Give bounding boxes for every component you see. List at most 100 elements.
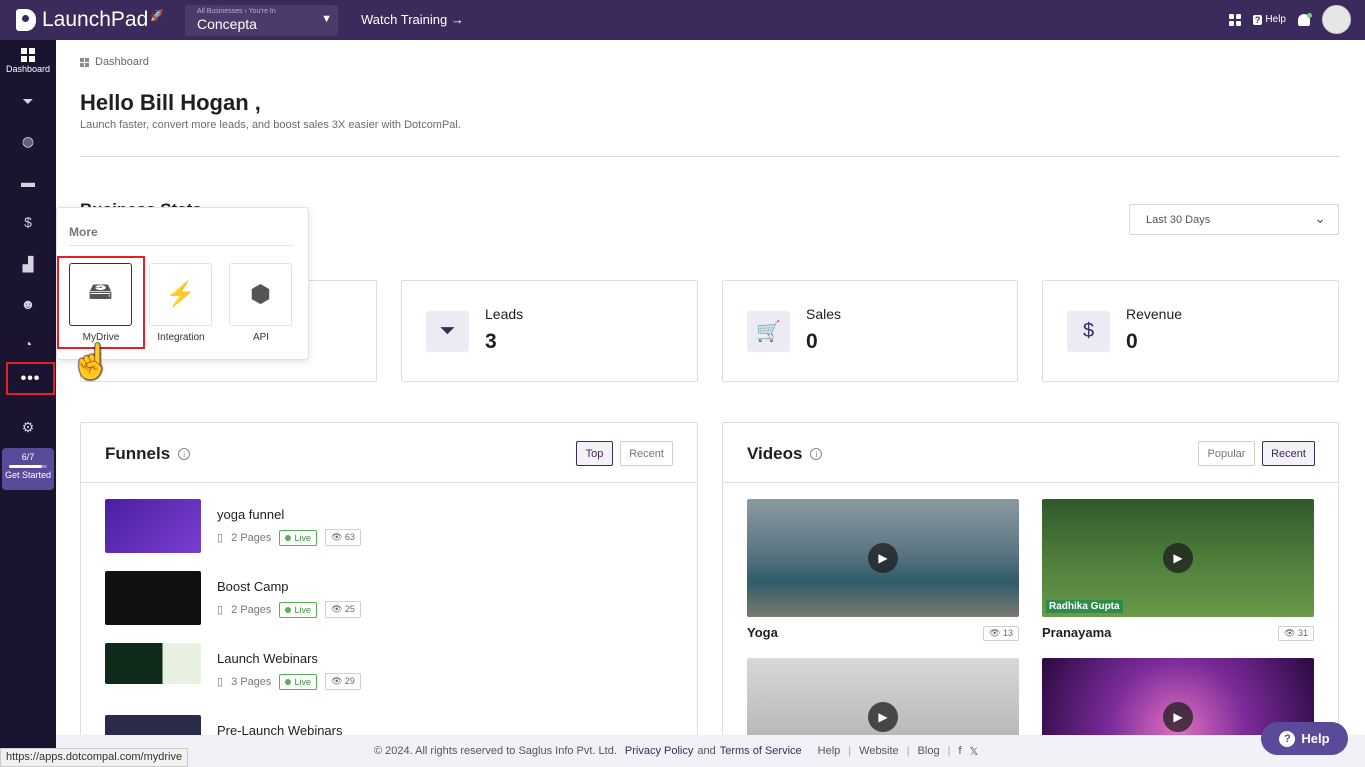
plug-icon: ⚡ [165, 281, 196, 308]
dashboard-icon [80, 57, 89, 67]
stat-card-revenue: $ Revenue 0 [1042, 280, 1339, 382]
get-started-progress: 6/7 [21, 452, 35, 462]
facebook-icon[interactable]: f [958, 745, 961, 757]
hand-cursor-icon: ☝ [70, 343, 113, 381]
help-link[interactable]: ? Help [1252, 14, 1286, 25]
more-item-label[interactable]: Integration [141, 332, 221, 343]
sidebar-item-settings[interactable]: ⚙ [0, 408, 56, 446]
list-item[interactable]: yoga funnel ▯ 2 Pages Live 👁 63 [105, 499, 665, 559]
views-count: 29 [344, 676, 355, 686]
funnel-pages: 3 Pages [231, 675, 272, 688]
play-icon[interactable]: ▶ [868, 543, 898, 573]
video-thumbnail[interactable]: ▶ [747, 499, 1019, 617]
dollar-icon: $ [24, 214, 32, 230]
list-item[interactable]: Boost Camp ▯ 2 Pages Live 👁 25 [105, 571, 665, 631]
sidebar-item-funnels[interactable]: ⏷ [0, 82, 56, 120]
business-name: Concepta [197, 16, 257, 32]
funnel-icon: ⏷ [22, 92, 34, 109]
video-thumbnail[interactable]: ▶ Radhika Gupta [1042, 499, 1314, 617]
sidebar-item-label: Dashboard [5, 64, 51, 74]
chevron-down-icon: ▼ [321, 13, 332, 25]
footer: © 2024. All rights reserved to Saglus In… [56, 735, 1365, 767]
play-icon[interactable]: ▶ [1163, 702, 1193, 732]
help-chat-label: Help [1301, 731, 1330, 746]
funnel-thumbnail [105, 643, 201, 684]
sidebar-item-sales[interactable]: $ [0, 203, 56, 241]
sidebar-item-analytics[interactable]: ▟ [0, 245, 56, 283]
help-link-label: Help [1265, 14, 1286, 25]
video-title[interactable]: Pranayama [1042, 625, 1111, 640]
notification-bell-icon[interactable] [1298, 12, 1312, 26]
funnel-name[interactable]: yoga funnel [217, 507, 284, 522]
footer-help-link[interactable]: Help [818, 745, 841, 757]
stat-value: 0 [806, 330, 818, 353]
funnel-pages: 2 Pages [231, 603, 272, 616]
info-icon[interactable]: i [810, 448, 823, 460]
leads-funnel-icon: ⏷ [426, 311, 469, 352]
sidebar-item-dashboard[interactable]: Dashboard [0, 42, 56, 80]
api-tile[interactable]: ⬢ [229, 263, 292, 326]
videos-title-text: Videos [747, 444, 803, 463]
play-icon[interactable]: ▶ [1163, 543, 1193, 573]
page-title: Hello Bill Hogan , [80, 90, 261, 115]
get-started-progress-bar [9, 465, 47, 468]
divider [69, 245, 294, 246]
integration-tile[interactable]: ⚡ [149, 263, 212, 326]
separator: | [906, 745, 910, 757]
video-card[interactable]: ▶ Radhika Gupta Pranayama 👁 31 [1042, 499, 1314, 641]
info-icon[interactable]: i [178, 448, 191, 460]
funnel-name[interactable]: Launch Webinars [217, 651, 318, 666]
people-icon: ☻ [20, 296, 36, 312]
tab-recent[interactable]: Recent [620, 441, 673, 466]
terms-link[interactable]: Terms of Service [720, 745, 802, 757]
apps-grid-icon[interactable] [1228, 13, 1241, 26]
sidebar-item-reports[interactable]: ◔ [0, 325, 56, 363]
status-badge: Live [279, 601, 317, 618]
status-badge: Live [279, 673, 317, 690]
videos-title: Videos i [747, 444, 823, 464]
sidebar: Dashboard ⏷ ◍ ▬ $ ▟ ☻ ◔ ••• ⚙ 6/7 Get St… [0, 40, 56, 767]
sidebar-item-websites[interactable]: ◍ [0, 122, 56, 160]
funnels-title: Funnels i [105, 444, 191, 464]
get-started-button[interactable]: 6/7 Get Started [2, 448, 54, 490]
stat-value: 0 [1126, 330, 1138, 353]
tab-recent[interactable]: Recent [1262, 441, 1315, 466]
funnel-name[interactable]: Boost Camp [217, 579, 289, 594]
sidebar-item-videos[interactable]: ▬ [0, 163, 56, 201]
separator: | [947, 745, 951, 757]
user-avatar[interactable] [1322, 5, 1351, 34]
sidebar-item-more[interactable]: ••• [6, 362, 55, 395]
funnels-title-text: Funnels [105, 444, 171, 463]
help-chat-button[interactable]: ? Help [1261, 722, 1348, 755]
views-badge: 👁 29 [324, 673, 361, 690]
footer-website-link[interactable]: Website [859, 745, 899, 757]
list-item[interactable]: Launch Webinars ▯ 3 Pages Live 👁 29 [105, 643, 665, 703]
play-icon[interactable]: ▶ [868, 702, 898, 732]
funnel-thumbnail [105, 499, 201, 553]
privacy-link[interactable]: Privacy Policy [625, 745, 693, 757]
breadcrumb-item[interactable]: Dashboard [95, 56, 149, 68]
tab-popular[interactable]: Popular [1198, 441, 1255, 466]
business-selector[interactable]: All Businesses › You're In Concepta ▼ [185, 5, 338, 36]
views-count: 31 [1297, 628, 1308, 638]
footer-blog-link[interactable]: Blog [918, 745, 940, 757]
chevron-down-icon: ⌄ [1314, 210, 1326, 226]
more-item-label[interactable]: API [221, 332, 301, 343]
tab-top[interactable]: Top [576, 441, 613, 466]
funnel-pages: 2 Pages [231, 531, 272, 544]
launchpad-logo[interactable]: LaunchPad 🚀 [16, 8, 164, 32]
watch-training-link[interactable]: Watch Training → [361, 12, 464, 27]
views-count: 63 [344, 532, 355, 542]
stat-value: 3 [485, 330, 497, 353]
gear-icon: ⚙ [21, 418, 35, 435]
dashboard-icon [21, 48, 35, 62]
status-badge-label: Live [294, 676, 311, 687]
status-badge-label: Live [294, 532, 311, 543]
logo-text: LaunchPad [42, 8, 149, 31]
date-range-select[interactable]: Last 30 Days ⌄ [1129, 204, 1339, 235]
video-title[interactable]: Yoga [747, 625, 778, 640]
video-card[interactable]: ▶ Yoga 👁 13 [747, 499, 1019, 641]
sidebar-item-contacts[interactable]: ☻ [0, 285, 56, 323]
stat-label: Leads [485, 306, 524, 322]
x-icon[interactable]: 𝕏 [970, 745, 979, 758]
